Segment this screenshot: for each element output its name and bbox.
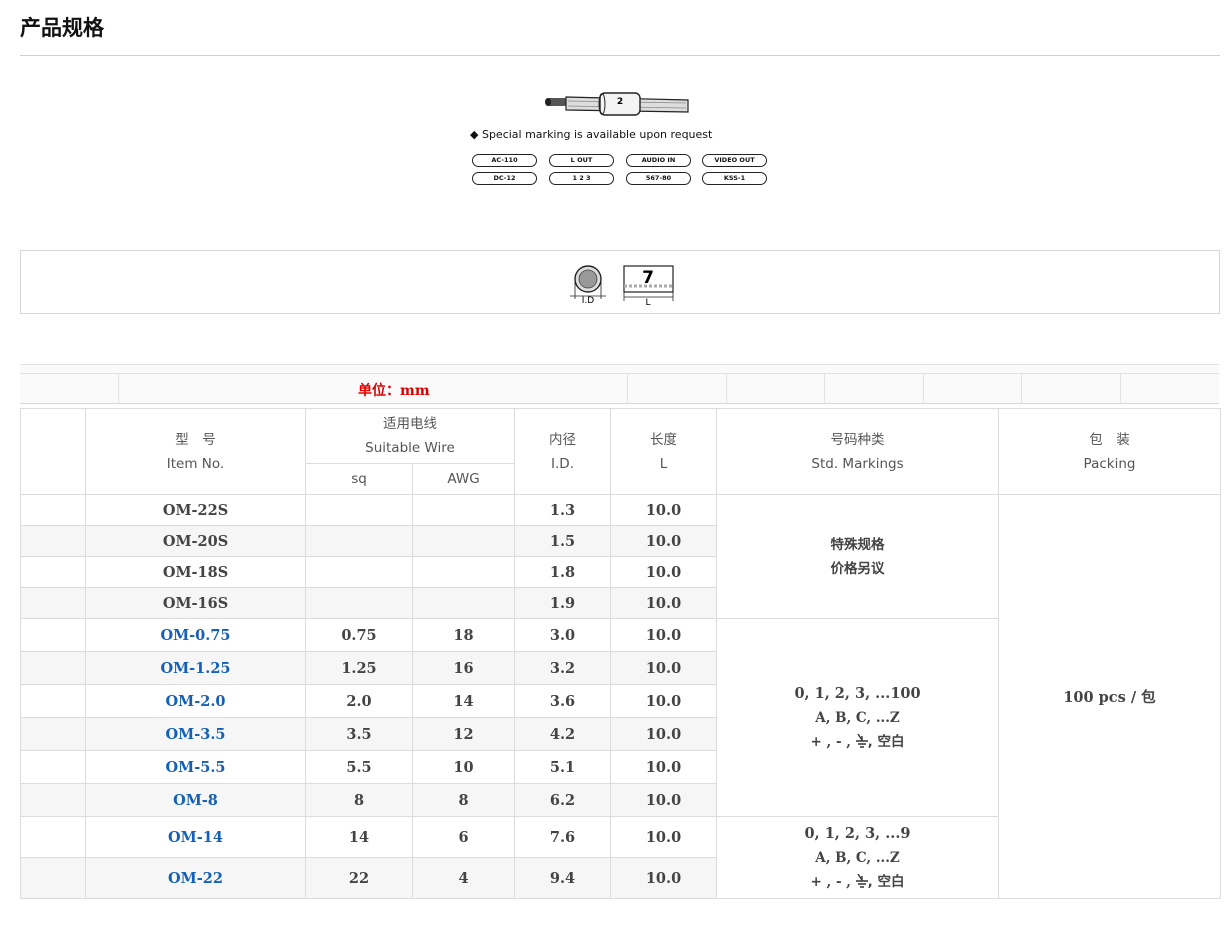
marker-sample: KSS-1 [702, 172, 767, 185]
id-value: 3.0 [514, 618, 612, 652]
id-value: 3.6 [514, 684, 612, 718]
length-value: 10.0 [610, 783, 718, 817]
id-value: 1.9 [514, 587, 612, 619]
marker-sample: 1 2 3 [549, 172, 614, 185]
marker-digit: 7 [642, 268, 654, 288]
id-value: 7.6 [514, 816, 612, 858]
awg-value: 12 [411, 717, 516, 751]
length-value: 10.0 [610, 750, 718, 784]
marker-sample: AUDIO IN [626, 154, 691, 167]
item-no: OM-14 [85, 816, 306, 858]
length-value: 10.0 [610, 556, 718, 588]
dimension-diagram: I.D 7 L [570, 265, 674, 308]
packing-header: 包 装 Packing [998, 408, 1222, 495]
std-markings-cell: 0, 1, 2, 3, ...100 A, B, C, ...Z + , - ,… [716, 618, 1000, 817]
awg-value: 8 [411, 783, 516, 817]
awg-value [411, 556, 516, 588]
length-value: 10.0 [610, 587, 718, 619]
ground-symbol-icon [855, 733, 868, 748]
item-no: OM-22 [85, 857, 306, 899]
length-label: L [645, 298, 650, 308]
length-value: 10.0 [610, 651, 718, 685]
sq-value: 0.75 [305, 618, 413, 652]
id-value: 1.8 [514, 556, 612, 588]
item-no: OM-5.5 [85, 750, 306, 784]
sq-value [305, 494, 413, 526]
sq-value [305, 556, 413, 588]
item-no: OM-22S [85, 494, 306, 526]
length-header: 长度 L [610, 408, 718, 495]
sq-value: 8 [305, 783, 413, 817]
length-value: 10.0 [610, 525, 718, 557]
awg-value: 6 [411, 816, 516, 858]
awg-value: 16 [411, 651, 516, 685]
id-value: 5.1 [514, 750, 612, 784]
item-no: OM-18S [85, 556, 306, 588]
ground-symbol-icon [855, 873, 868, 888]
length-value: 10.0 [610, 717, 718, 751]
awg-value: 10 [411, 750, 516, 784]
special-markings-cell: 特殊规格 价格另议 [716, 494, 1000, 619]
awg-value [411, 494, 516, 526]
id-value: 4.2 [514, 717, 612, 751]
marker-sample: VIDEO OUT [702, 154, 767, 167]
blank-header [20, 408, 86, 495]
awg-value [411, 525, 516, 557]
marker-sample: L OUT [549, 154, 614, 167]
id-label: I.D [582, 296, 595, 306]
awg-value [411, 587, 516, 619]
marking-tube-illustration: 2 ◆ Special marking is available upon re… [470, 88, 770, 198]
sq-value: 14 [305, 816, 413, 858]
sq-value [305, 525, 413, 557]
sq-value: 5.5 [305, 750, 413, 784]
item-no: OM-3.5 [85, 717, 306, 751]
packing-cell: 100 pcs / 包 [998, 494, 1222, 899]
marker-sample: DC-12 [472, 172, 537, 185]
item-no: OM-20S [85, 525, 306, 557]
marker-sample: 567-80 [626, 172, 691, 185]
wire-with-marker-illustration: 2 [545, 92, 689, 116]
length-value: 10.0 [610, 618, 718, 652]
item-no: OM-2.0 [85, 684, 306, 718]
marker-sample: AC-110 [472, 154, 537, 167]
sq-value: 22 [305, 857, 413, 899]
id-value: 9.4 [514, 857, 612, 899]
dimension-diagram-box: I.D 7 L [20, 250, 1220, 314]
awg-value: 14 [411, 684, 516, 718]
awg-value: 4 [411, 857, 516, 899]
unit-label: 单位：mm [358, 383, 430, 399]
id-value: 3.2 [514, 651, 612, 685]
table-row: OM-22S 1.3 10.0 特殊规格 价格另议 100 pcs / 包 [20, 494, 1222, 899]
awg-value: 18 [411, 618, 516, 652]
awg-header: AWG [411, 463, 516, 495]
item-no: OM-1.25 [85, 651, 306, 685]
item-no-header: 型 号 Item No. [85, 408, 306, 495]
length-value: 10.0 [610, 684, 718, 718]
page-title: 产品规格 [20, 16, 104, 40]
std-markings-cell: 0, 1, 2, 3, ...9 A, B, C, ...Z + , - , ,… [716, 816, 1000, 899]
id-value: 1.5 [514, 525, 612, 557]
length-value: 10.0 [610, 857, 718, 899]
id-value: 1.3 [514, 494, 612, 526]
sq-value: 1.25 [305, 651, 413, 685]
sq-value: 2.0 [305, 684, 413, 718]
item-no: OM-0.75 [85, 618, 306, 652]
special-marking-note: ◆ Special marking is available upon requ… [470, 128, 713, 141]
markings-header: 号码种类 Std. Markings [716, 408, 1000, 495]
sq-value: 3.5 [305, 717, 413, 751]
length-value: 10.0 [610, 816, 718, 858]
sleeve-number: 2 [617, 97, 623, 107]
title-divider [20, 55, 1220, 56]
spec-table: 型 号 Item No. 适用电线 Suitable Wire 内径 I.D. 长度 L… [20, 408, 1222, 899]
item-no: OM-16S [85, 587, 306, 619]
length-value: 10.0 [610, 494, 718, 526]
unit-row: 单位：mm [20, 364, 1219, 404]
sq-value [305, 587, 413, 619]
item-no: OM-8 [85, 783, 306, 817]
sq-header: sq [305, 463, 413, 495]
id-header: 内径 I.D. [514, 408, 612, 495]
id-value: 6.2 [514, 783, 612, 817]
suitable-wire-header: 适用电线 Suitable Wire [304, 408, 516, 464]
